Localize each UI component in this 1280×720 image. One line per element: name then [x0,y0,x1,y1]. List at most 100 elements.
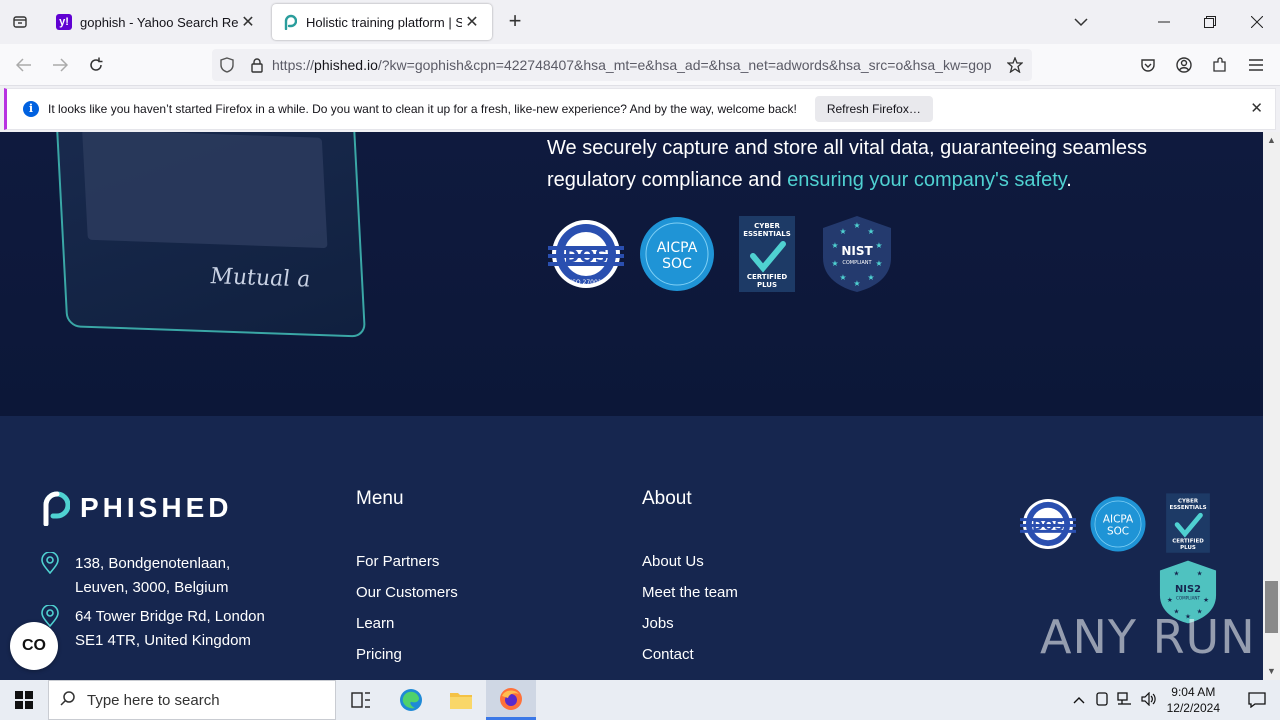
svg-text:DQS: DQS [1032,519,1064,534]
show-hidden-icons-chevron-icon[interactable] [1073,693,1085,707]
page-scrollbar[interactable]: ▲ ▼ [1263,132,1280,680]
footer-link-meet-the-team[interactable]: Meet the team [642,584,738,601]
search-placeholder: Type here to search [87,691,220,709]
aicpa-soc-badge: AICPA SOC [1088,494,1148,554]
task-view-icon[interactable] [336,680,386,720]
close-notification-icon[interactable]: ✕ [1250,99,1263,117]
svg-text:ISO 27001: ISO 27001 [570,279,601,286]
footer-link-our-customers[interactable]: Our Customers [356,584,458,601]
url-text[interactable]: https://phished.io/?kw=gophish&cpn=42274… [272,57,998,73]
svg-text:PLUS: PLUS [757,281,777,289]
svg-text:★: ★ [1167,596,1173,604]
iso-27001-badge: DQS ISO 27001 [546,216,626,292]
account-icon[interactable] [1170,52,1198,78]
iso-27001-badge: DQS [1016,496,1080,552]
nist-compliant-badge: ★ ★ ★ ★ ★ ★ ★ ★ ★ ★ NIST COMPLIANT [817,216,897,292]
svg-text:NIST: NIST [841,244,873,258]
svg-text:★: ★ [831,241,838,250]
notification-center-icon[interactable] [1234,692,1280,708]
back-arrow-icon[interactable] [10,52,38,78]
address-london: 64 Tower Bridge Rd, London SE1 4TR, Unite… [40,604,265,653]
svg-text:NIS2: NIS2 [1175,584,1201,595]
phished-logo-icon [43,491,70,526]
svg-text:CYBER: CYBER [1178,499,1199,505]
windows-start-icon[interactable] [0,680,48,720]
footer-link-learn[interactable]: Learn [356,615,394,632]
cyber-essentials-plus-badge: CYBER ESSENTIALS CERTIFIED PLUS [727,216,807,292]
address-leuven: 138, Bondgenotenlaan, Leuven, 3000, Belgi… [40,551,230,600]
footer-link-contact[interactable]: Contact [642,646,694,663]
scroll-up-arrow-icon[interactable]: ▲ [1263,132,1280,149]
system-tray: 9:04 AM 12/2/2024 [1073,680,1280,720]
cookie-settings-button[interactable]: CO [10,622,58,670]
yahoo-favicon-icon: y! [56,14,72,30]
hero-highlight: ensuring your company's safety [787,169,1067,191]
tab-bar: y! gophish - Yahoo Search Results ✕ Holi… [0,0,1280,44]
refresh-firefox-notification: i It looks like you haven’t started Fire… [4,88,1276,130]
close-tab-icon[interactable]: ✕ [238,12,258,32]
file-explorer-icon[interactable] [436,680,486,720]
tab-phished[interactable]: Holistic training platform | Secu ✕ [272,4,492,40]
svg-text:AICPA: AICPA [657,240,698,256]
svg-text:AICPA: AICPA [1103,514,1134,526]
reload-icon[interactable] [82,52,110,78]
cyber-essentials-plus-badge: CYBER ESSENTIALS CERTIFIED PLUS [1160,492,1216,554]
footer-link-jobs[interactable]: Jobs [642,615,674,632]
svg-text:ESSENTIALS: ESSENTIALS [1170,505,1207,511]
svg-text:COMPLIANT: COMPLIANT [1176,595,1201,600]
refresh-firefox-button[interactable]: Refresh Firefox… [814,96,933,122]
volume-icon[interactable] [1141,691,1157,709]
svg-text:★: ★ [853,221,860,230]
extensions-icon[interactable] [1206,52,1234,78]
svg-text:★: ★ [875,259,882,268]
device-icon[interactable] [1095,691,1109,709]
brand-wordmark: PHISHED [80,492,233,523]
menu-hamburger-icon[interactable] [1242,52,1270,78]
signature-image: Mutual a [209,264,311,293]
firefox-taskbar-icon[interactable] [486,680,536,720]
minimize-button[interactable] [1141,0,1187,44]
edge-icon[interactable] [386,680,436,720]
tab-list-icon[interactable] [6,10,34,34]
svg-text:DQS: DQS [564,246,607,267]
new-tab-button[interactable]: + [502,10,528,34]
svg-text:ESSENTIALS: ESSENTIALS [743,230,791,238]
tab-title: gophish - Yahoo Search Results [80,14,238,30]
tracking-protection-shield-icon[interactable] [212,57,242,73]
svg-text:★: ★ [867,227,874,236]
svg-text:★: ★ [839,273,846,282]
bookmark-star-icon[interactable] [998,57,1032,73]
list-all-tabs-chevron-icon[interactable] [1068,10,1094,34]
info-icon: i [23,101,39,117]
svg-text:★: ★ [875,241,882,250]
svg-text:★: ★ [867,273,874,282]
network-icon[interactable] [1116,691,1133,709]
pocket-icon[interactable] [1134,52,1162,78]
footer-link-about-us[interactable]: About Us [642,553,704,570]
taskbar-clock[interactable]: 9:04 AM 12/2/2024 [1167,684,1220,716]
anyrun-watermark: ANY RUN [1040,610,1256,664]
svg-text:CERTIFIED: CERTIFIED [747,273,788,281]
url-bar[interactable]: https://phished.io/?kw=gophish&cpn=42274… [212,49,1032,81]
svg-text:PLUS: PLUS [1180,545,1196,551]
hero-description: We securely capture and store all vital … [547,137,1147,191]
close-window-button[interactable] [1234,0,1280,44]
taskbar-search-box[interactable]: Type here to search [48,680,336,720]
hero-section: Mutual a We securely capture and store a… [0,132,1263,416]
tablet-illustration: Mutual a [53,132,367,338]
tab-yahoo-search[interactable]: y! gophish - Yahoo Search Results ✕ [46,4,268,40]
scrollbar-thumb[interactable] [1265,581,1278,633]
forward-arrow-icon[interactable] [46,52,74,78]
tab-title: Holistic training platform | Secu [306,14,462,30]
lock-icon[interactable] [242,57,272,73]
scroll-down-arrow-icon[interactable]: ▼ [1263,663,1280,680]
footer-link-for-partners[interactable]: For Partners [356,553,439,570]
svg-text:★: ★ [853,279,860,288]
restore-button[interactable] [1187,0,1233,44]
navigation-toolbar: https://phished.io/?kw=gophish&cpn=42274… [0,44,1280,86]
svg-text:★: ★ [1173,570,1179,578]
phished-logo[interactable]: PHISHED [40,490,232,526]
footer-link-pricing[interactable]: Pricing [356,646,402,663]
close-tab-icon[interactable]: ✕ [462,12,482,32]
svg-text:CYBER: CYBER [754,222,780,230]
